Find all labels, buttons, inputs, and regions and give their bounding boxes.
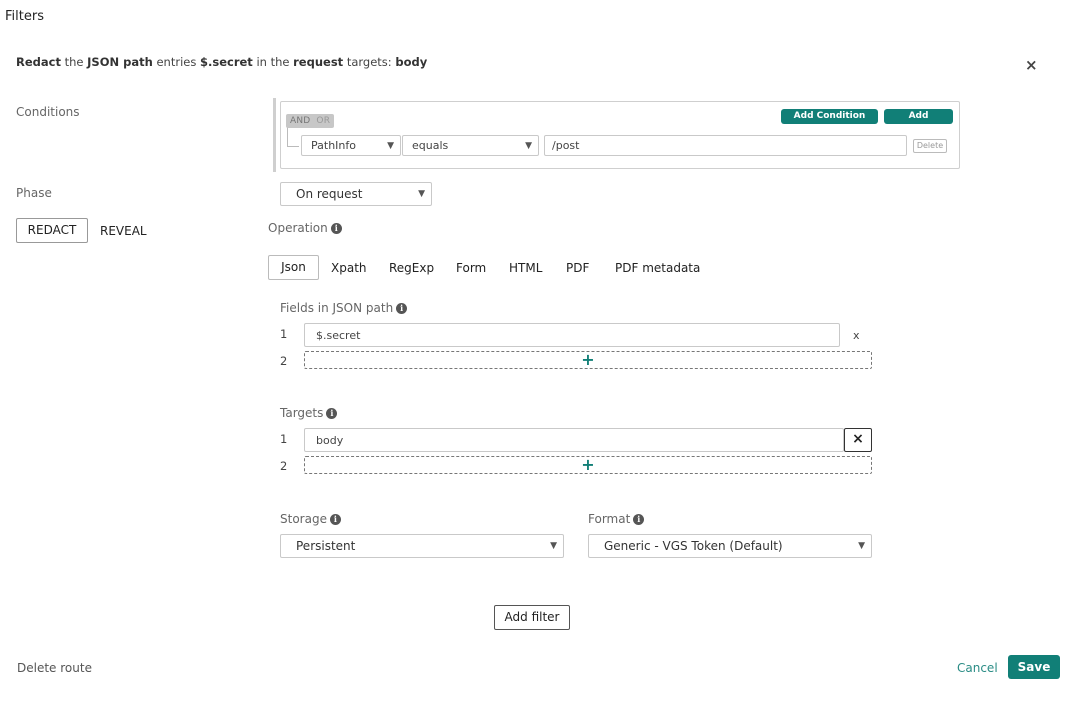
- targets-label-text: Targets: [280, 406, 324, 420]
- summary-target: body: [395, 55, 428, 69]
- condition-operator-select[interactable]: equals ▼: [402, 135, 539, 156]
- add-condition-group-button[interactable]: Add Condition Group: [781, 109, 878, 136]
- field-row-number: 1: [280, 327, 288, 341]
- delete-condition-button[interactable]: Delete: [913, 139, 947, 153]
- summary-action: Redact: [16, 55, 61, 69]
- storage-label-text: Storage: [280, 512, 327, 526]
- caret-down-icon: ▼: [858, 541, 865, 551]
- summary-text: in the: [252, 55, 294, 69]
- save-button[interactable]: Save: [1008, 655, 1060, 679]
- info-icon: i: [633, 514, 645, 525]
- add-target-button[interactable]: +: [304, 456, 872, 474]
- tab-regexp[interactable]: RegExp: [389, 261, 434, 275]
- tab-html[interactable]: HTML: [509, 261, 542, 275]
- field-row-number: 2: [280, 354, 288, 368]
- condition-operator-value: equals: [412, 139, 449, 152]
- tab-xpath[interactable]: Xpath: [331, 261, 367, 275]
- operation-label-text: Operation: [268, 221, 328, 235]
- fields-label: Fields in JSON path i: [280, 301, 408, 315]
- summary-text: entries: [152, 55, 200, 69]
- redact-button[interactable]: REDACT: [16, 218, 88, 243]
- json-path-field-input[interactable]: $.secret: [304, 323, 840, 347]
- caret-down-icon: ▼: [550, 541, 557, 551]
- reveal-button[interactable]: REVEAL: [100, 224, 147, 238]
- json-path-field-value: $.secret: [316, 328, 361, 342]
- remove-field-button[interactable]: x: [853, 329, 860, 342]
- add-field-button[interactable]: +: [304, 351, 872, 369]
- conditions-label: Conditions: [16, 105, 80, 119]
- summary-text: the: [60, 55, 88, 69]
- info-icon: i: [396, 303, 408, 314]
- filter-summary: Redact the JSON path entries $.secret in…: [16, 55, 427, 69]
- and-or-toggle[interactable]: AND OR: [286, 114, 335, 128]
- tab-pdf-metadata[interactable]: PDF metadata: [615, 261, 700, 275]
- info-icon: i: [330, 223, 342, 234]
- storage-select[interactable]: Persistent ▼: [280, 534, 564, 558]
- summary-field: $.secret: [200, 55, 253, 69]
- tab-pdf[interactable]: PDF: [566, 261, 589, 275]
- info-icon: i: [329, 514, 341, 525]
- format-select[interactable]: Generic - VGS Token (Default) ▼: [588, 534, 872, 558]
- tab-json[interactable]: Json: [268, 255, 319, 280]
- info-icon: i: [326, 408, 338, 419]
- condition-value-input[interactable]: /post: [544, 135, 907, 156]
- cancel-link[interactable]: Cancel: [957, 661, 998, 675]
- target-row-number: 1: [280, 432, 288, 446]
- summary-phase: request: [293, 55, 344, 69]
- summary-path-type: JSON path: [87, 55, 153, 69]
- phase-value: On request: [296, 187, 363, 201]
- delete-route-link[interactable]: Delete route: [17, 661, 92, 675]
- add-condition-button[interactable]: Add Condition: [884, 109, 953, 136]
- plus-icon: +: [581, 455, 595, 474]
- remove-target-button[interactable]: ×: [844, 428, 872, 452]
- format-label-text: Format: [588, 512, 631, 526]
- close-icon[interactable]: ×: [1025, 56, 1038, 74]
- tab-form[interactable]: Form: [456, 261, 486, 275]
- and-toggle[interactable]: AND: [290, 116, 310, 126]
- format-label: Format i: [588, 512, 645, 526]
- fields-label-text: Fields in JSON path: [280, 301, 394, 315]
- storage-value: Persistent: [296, 539, 356, 553]
- condition-value-text: /post: [552, 139, 580, 152]
- target-input[interactable]: body: [304, 428, 844, 452]
- condition-field-value: PathInfo: [311, 139, 356, 152]
- caret-down-icon: ▼: [525, 140, 532, 151]
- format-value: Generic - VGS Token (Default): [604, 539, 783, 553]
- summary-text: targets:: [343, 55, 396, 69]
- add-filter-button[interactable]: Add filter: [494, 605, 570, 630]
- condition-field-select[interactable]: PathInfo ▼: [301, 135, 401, 156]
- condition-group-bar: [273, 98, 276, 172]
- operation-label: Operation i: [268, 221, 342, 235]
- caret-down-icon: ▼: [387, 140, 394, 151]
- targets-label: Targets i: [280, 406, 338, 420]
- target-row-number: 2: [280, 459, 288, 473]
- phase-select[interactable]: On request ▼: [280, 182, 432, 206]
- caret-down-icon: ▼: [418, 189, 425, 199]
- phase-label: Phase: [16, 186, 52, 200]
- tree-line: [287, 146, 299, 147]
- target-value: body: [316, 433, 344, 447]
- plus-icon: +: [581, 350, 595, 369]
- or-toggle[interactable]: OR: [316, 116, 330, 126]
- page-title: Filters: [5, 9, 44, 24]
- storage-label: Storage i: [280, 512, 341, 526]
- condition-group: AND OR Add Condition Group Add Condition …: [280, 101, 960, 169]
